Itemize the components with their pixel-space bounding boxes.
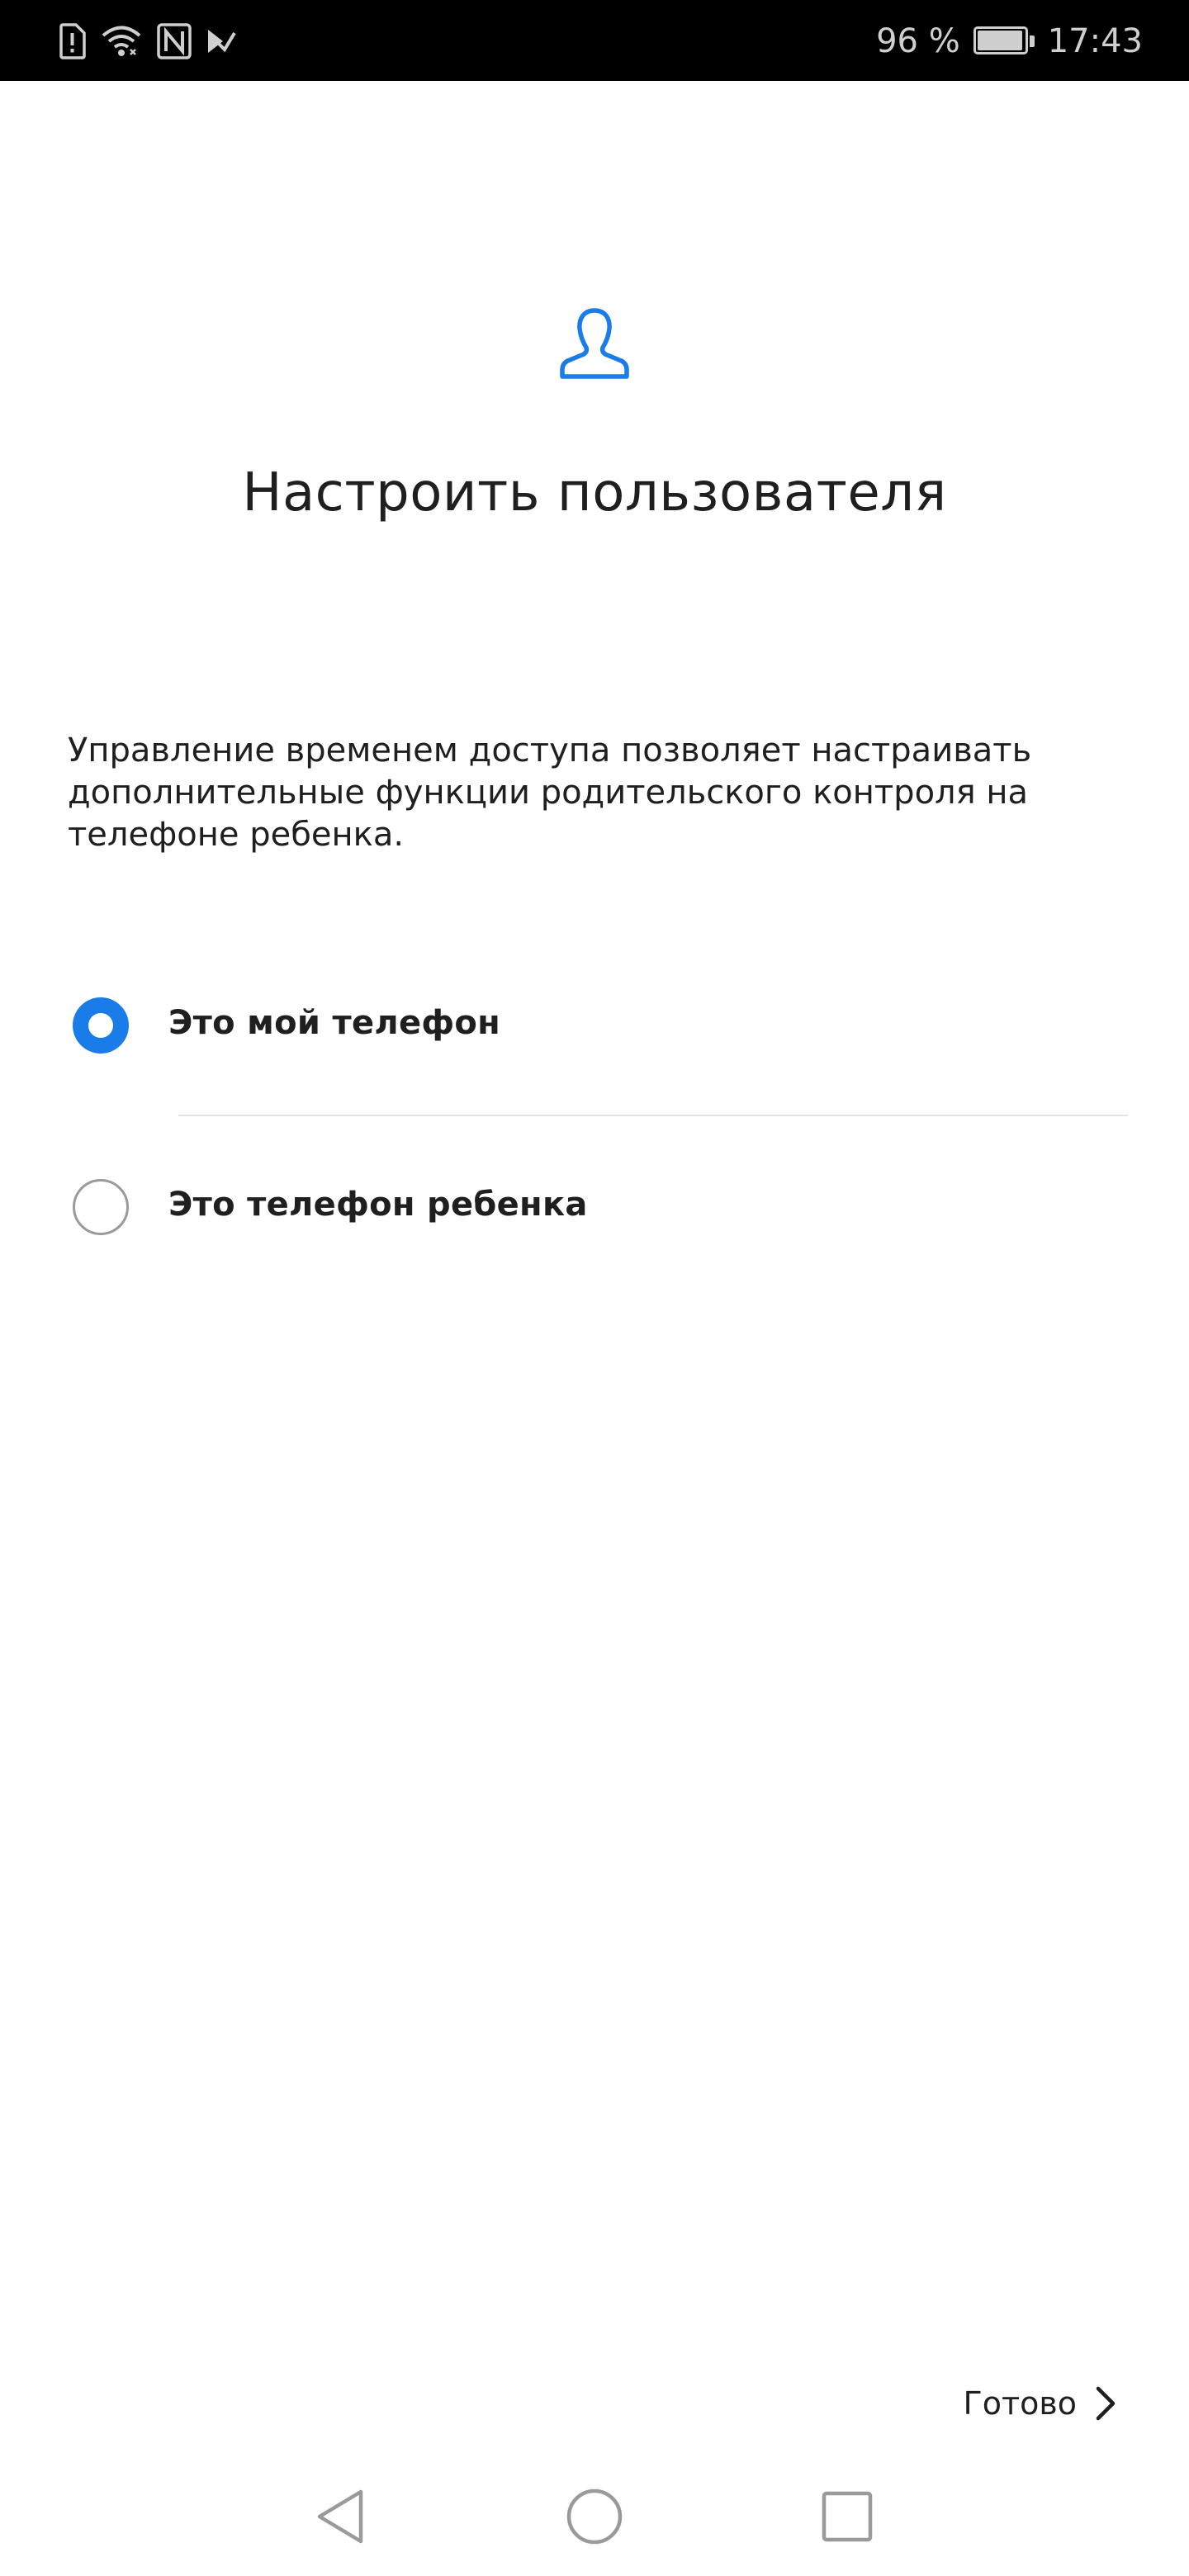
- done-button[interactable]: Готово: [964, 2375, 1116, 2432]
- status-icons: [58, 18, 236, 64]
- home-icon: [566, 2488, 623, 2545]
- battery-percent: 96 %: [876, 22, 960, 60]
- status-bar: 96 % 17:43: [0, 0, 1189, 81]
- recent-apps-icon: [822, 2491, 873, 2542]
- radio-child-phone-unselected[interactable]: [73, 1179, 129, 1235]
- option-my-phone-label: Это мой телефон: [168, 1004, 501, 1042]
- home-button[interactable]: [553, 2475, 636, 2558]
- status-right: 96 % 17:43: [876, 15, 1143, 68]
- chevron-right-icon: [1096, 2386, 1116, 2421]
- done-label: Готово: [963, 2385, 1077, 2422]
- navigation-bar: [0, 2460, 1189, 2576]
- recent-apps-button[interactable]: [806, 2475, 888, 2558]
- wifi-icon: [102, 26, 141, 56]
- option-child-phone[interactable]: Это телефон ребенка: [0, 1146, 1189, 1270]
- option-child-phone-label: Это телефон ребенка: [168, 1186, 588, 1224]
- user-icon: [560, 308, 629, 379]
- battery-icon: [973, 26, 1035, 56]
- description-text: Управление временем доступа позволяет на…: [68, 732, 1032, 854]
- page-title: Настроить пользователя: [242, 462, 947, 523]
- back-icon: [317, 2489, 363, 2544]
- back-button[interactable]: [299, 2475, 381, 2558]
- signal-check-icon: [208, 30, 236, 53]
- nfc-icon: [157, 23, 192, 59]
- clock: 17:43: [1047, 22, 1143, 60]
- radio-my-phone-selected[interactable]: [73, 997, 129, 1054]
- divider: [178, 1115, 1128, 1116]
- sim-alert-icon: [59, 23, 86, 59]
- option-my-phone[interactable]: Это мой телефон: [0, 964, 1189, 1088]
